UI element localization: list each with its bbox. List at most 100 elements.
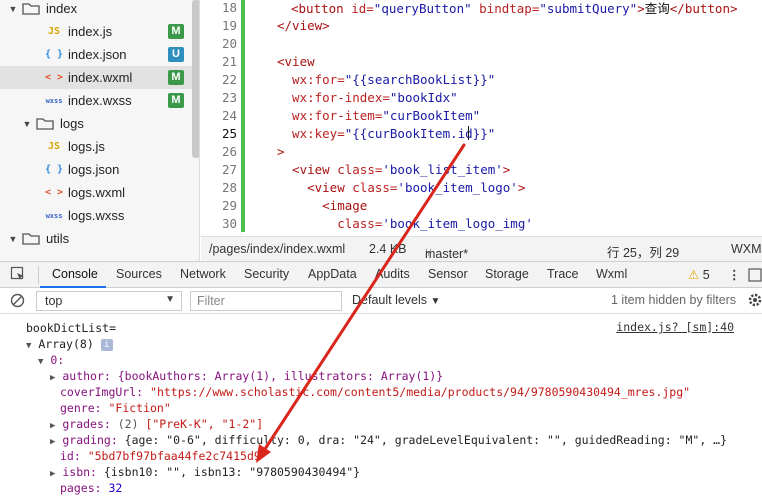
dock-side-icon[interactable]: [748, 268, 762, 285]
array-header[interactable]: ▼ Array(8) i: [26, 336, 113, 352]
line-number: 29: [221, 197, 237, 213]
tab-audits[interactable]: Audits: [375, 267, 410, 281]
tree-folder-utils[interactable]: ▼ utils: [0, 227, 192, 250]
array-index-0[interactable]: ▼ 0:: [38, 352, 64, 368]
tab-network[interactable]: Network: [180, 267, 226, 281]
git-change-marker: [241, 142, 245, 160]
line-number: 18: [221, 0, 237, 15]
line-number: 30: [221, 215, 237, 231]
prop-author[interactable]: ▶ author: {bookAuthors: Array(1), illust…: [50, 368, 443, 384]
code-text: >: [277, 144, 285, 159]
tab-appdata[interactable]: AppData: [308, 267, 357, 281]
tree-file-logs-js[interactable]: JS logs.js: [0, 135, 192, 158]
code-line[interactable]: 26 >: [201, 142, 762, 160]
code-token: </view>: [277, 17, 330, 33]
prop-id: id: "5bd7bf97bfaa44fe2c7415d9": [60, 449, 268, 463]
tree-file-index-js[interactable]: JS index.js M: [0, 20, 192, 43]
js-file-icon: JS: [47, 26, 61, 37]
code-line[interactable]: 20: [201, 34, 762, 52]
wxss-file-icon: wxss: [45, 211, 63, 220]
git-change-marker: [241, 0, 245, 16]
code-line[interactable]: 29 <image: [201, 196, 762, 214]
tab-storage[interactable]: Storage: [485, 267, 529, 281]
tree-file-index-wxml[interactable]: < > index.wxml M: [0, 66, 192, 89]
code-token: <view: [277, 179, 353, 195]
prop-grades[interactable]: ▶ grades: (2) ["PreK-K", "1-2"]: [50, 416, 263, 432]
filter-input[interactable]: [190, 291, 342, 311]
code-token: "bookIdx": [389, 89, 458, 105]
git-change-marker: [241, 196, 245, 214]
tab-trace[interactable]: Trace: [547, 267, 579, 281]
log-source-link[interactable]: index.js? [sm]:40: [616, 320, 734, 334]
code-token: class=: [277, 215, 383, 231]
tab-sources[interactable]: Sources: [116, 267, 162, 281]
code-editor[interactable]: 18 <button id="queryButton" bindtap="subm…: [201, 0, 762, 236]
tab-wxml[interactable]: Wxml: [596, 267, 627, 281]
prop-grading[interactable]: ▶ grading: {age: "0-6", difficulty: 0, d…: [50, 432, 727, 448]
chevron-down-icon: ▼: [22, 118, 32, 129]
code-token: <view: [277, 161, 338, 177]
code-token: 'book_item_logo': [397, 179, 518, 195]
wxss-file-icon: wxss: [45, 96, 63, 105]
warning-counter[interactable]: ⚠ 5: [688, 267, 710, 282]
tab-sensor[interactable]: Sensor: [428, 267, 468, 281]
language-mode[interactable]: WXML: [731, 242, 762, 256]
code-line[interactable]: 24 wx:for-item="curBookItem": [201, 106, 762, 124]
more-options-icon[interactable]: ⋮: [728, 267, 741, 282]
code-text: <view class='book_item_logo'>: [277, 180, 525, 195]
log-label: bookDictList=: [26, 321, 117, 335]
chevron-down-icon: ▼: [8, 3, 18, 14]
context-select[interactable]: top ▼: [36, 291, 182, 311]
code-text: wx:for="{{searchBookList}}": [277, 72, 495, 87]
tree-file-logs-wxss[interactable]: wxss logs.wxss: [0, 204, 192, 227]
expand-arrow-icon: ▼: [38, 357, 44, 367]
collapse-arrow-icon: ▶: [50, 437, 56, 447]
console-settings-icon[interactable]: [748, 292, 762, 311]
code-token: >: [637, 0, 645, 16]
cursor-position[interactable]: 行 25，列 29: [607, 242, 679, 261]
git-change-marker: [241, 214, 245, 232]
code-line[interactable]: 27 <view class='book_list_item'>: [201, 160, 762, 178]
code-token: <image: [277, 197, 368, 213]
line-number: 24: [221, 107, 237, 123]
hidden-items-note: 1 item hidden by filters: [611, 293, 737, 307]
code-line[interactable]: 30 class='book_item_logo_img': [201, 214, 762, 232]
code-line[interactable]: 28 <view class='book_item_logo'>: [201, 178, 762, 196]
prop-isbn[interactable]: ▶ isbn: {isbn10: "", isbn13: "9780590430…: [50, 464, 360, 480]
code-line[interactable]: 18 <button id="queryButton" bindtap="subm…: [201, 0, 762, 16]
tab-security[interactable]: Security: [244, 267, 289, 281]
code-token: "{{curBookItem.id}}": [344, 125, 496, 141]
inspect-element-icon[interactable]: [10, 266, 26, 285]
json-file-icon: { }: [44, 49, 64, 60]
tree-folder-index[interactable]: ▼ index: [0, 0, 192, 20]
code-line[interactable]: 21 <view: [201, 52, 762, 70]
code-line[interactable]: 23 wx:for-index="bookIdx": [201, 88, 762, 106]
log-levels-select[interactable]: Default levels ▼: [352, 293, 440, 307]
code-token: "{{searchBookList}}": [344, 71, 496, 87]
tree-file-index-wxss[interactable]: wxss index.wxss M: [0, 89, 192, 112]
code-token: <view: [277, 53, 315, 69]
code-token: class=: [337, 161, 383, 177]
git-change-marker: [241, 106, 245, 124]
text-cursor: [468, 126, 469, 140]
file-path: /pages/index/index.wxml: [209, 242, 346, 256]
code-line[interactable]: 22 wx:for="{{searchBookList}}": [201, 70, 762, 88]
tab-separator: [38, 266, 39, 284]
code-token: "curBookItem": [382, 107, 481, 123]
editor-status-bar: /pages/index/index.wxml 2.4 KB ⑂ master*…: [201, 236, 762, 261]
tree-folder-logs[interactable]: ▼ logs: [0, 112, 192, 135]
tree-file-logs-wxml[interactable]: < > logs.wxml: [0, 181, 192, 204]
code-token: wx:key=: [277, 125, 345, 141]
code-line[interactable]: 25 wx:key="{{curBookItem.id}}": [201, 124, 762, 142]
tab-console[interactable]: Console: [52, 267, 98, 281]
code-token: wx:for=: [277, 71, 345, 87]
prop-coverImgUrl: coverImgUrl: "https://www.scholastic.com…: [60, 385, 691, 399]
tree-scrollbar[interactable]: [192, 0, 199, 158]
tree-file-index-json[interactable]: { } index.json U: [0, 43, 192, 66]
clear-console-icon[interactable]: [10, 293, 25, 311]
tree-file-logs-json[interactable]: { } logs.json: [0, 158, 192, 181]
line-number: 21: [221, 53, 237, 69]
git-change-marker: [241, 34, 245, 52]
warning-icon: ⚠: [688, 268, 700, 282]
code-line[interactable]: 19 </view>: [201, 16, 762, 34]
